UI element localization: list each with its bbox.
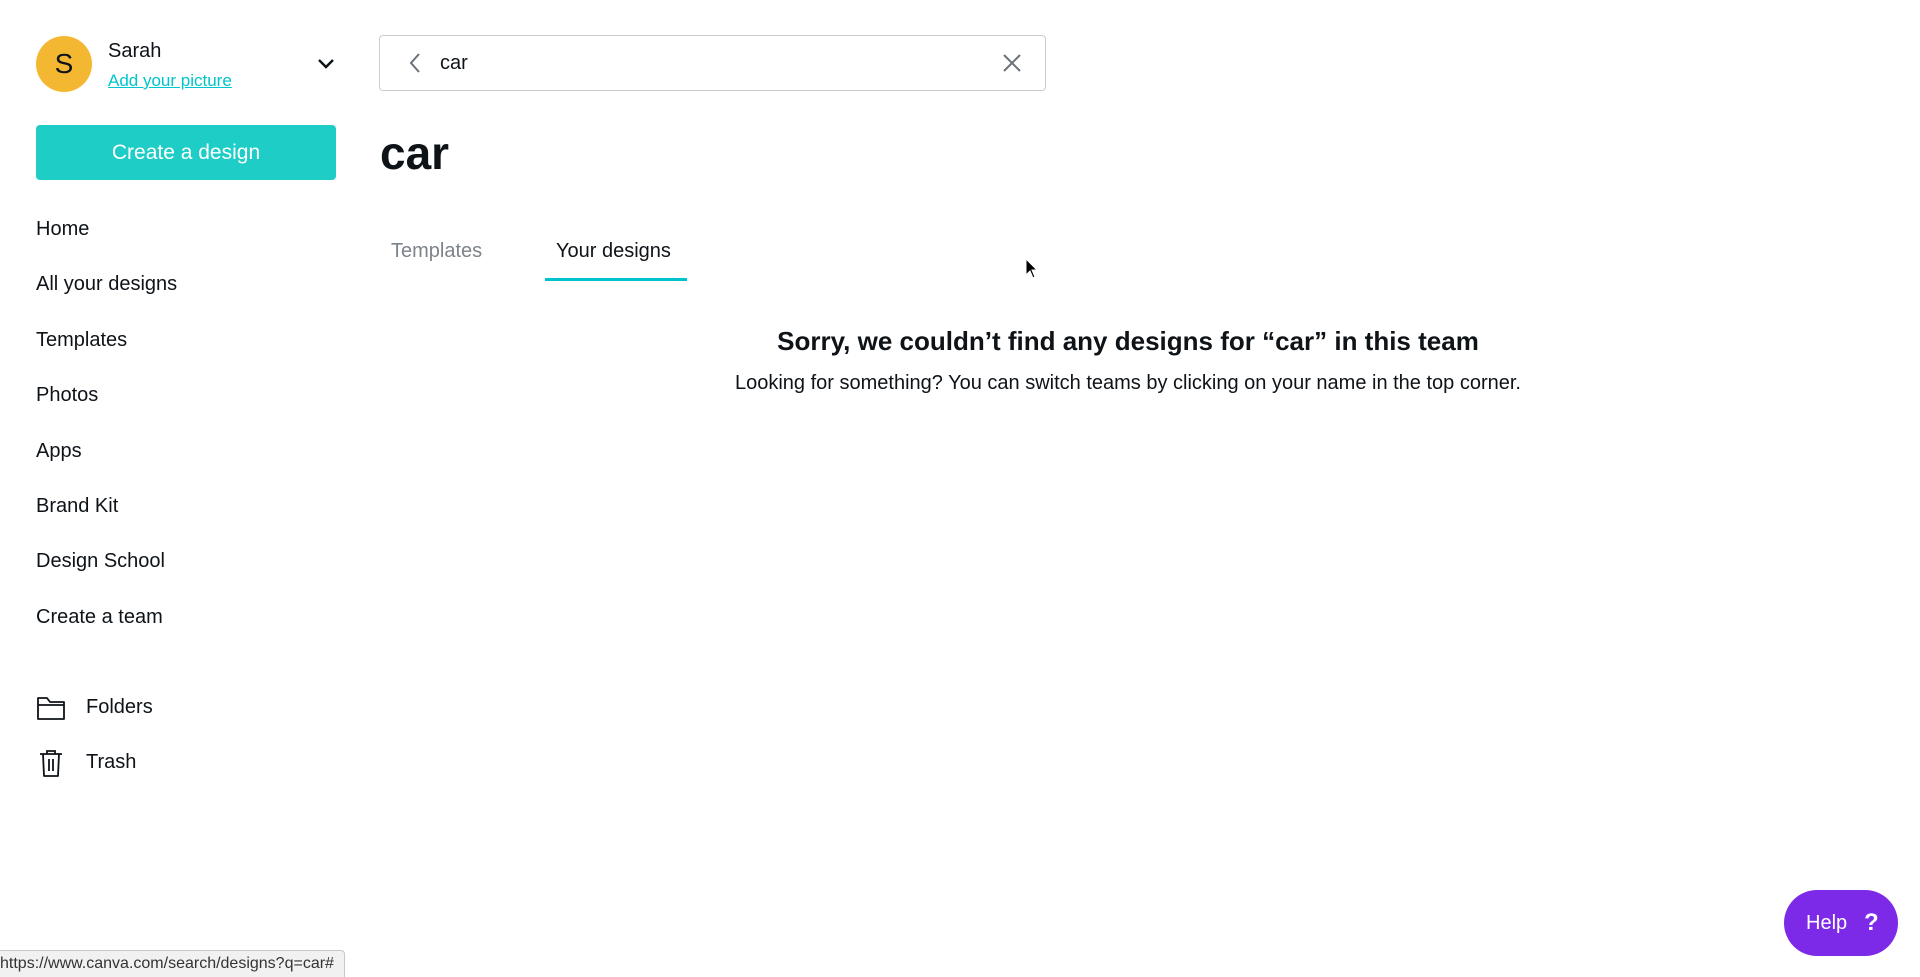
- sidebar: S Sarah Add your picture Create a design…: [0, 0, 360, 976]
- folder-icon: [37, 697, 65, 720]
- sidebar-item-apps[interactable]: Apps: [36, 440, 82, 463]
- status-bar-url: https://www.canva.com/search/designs?q=c…: [0, 950, 345, 977]
- account-switcher[interactable]: S Sarah Add your picture: [36, 36, 336, 92]
- empty-state-message: Looking for something? You can switch te…: [734, 372, 1521, 394]
- tab-your-designs[interactable]: Your designs: [556, 240, 671, 263]
- sidebar-item-all-your-designs[interactable]: All your designs: [36, 273, 177, 296]
- page-title: car: [380, 127, 450, 179]
- sidebar-item-brand-kit[interactable]: Brand Kit: [36, 495, 118, 518]
- account-name[interactable]: Sarah: [108, 40, 161, 63]
- mouse-cursor-icon: [1025, 258, 1039, 279]
- help-button[interactable]: Help ?: [1784, 890, 1898, 956]
- sidebar-item-create-team[interactable]: Create a team: [36, 606, 163, 629]
- avatar[interactable]: S: [36, 36, 92, 92]
- search-bar[interactable]: [379, 35, 1046, 91]
- active-tab-indicator: [545, 278, 687, 281]
- chevron-left-icon[interactable]: [408, 52, 422, 74]
- add-picture-link[interactable]: Add your picture: [108, 71, 232, 91]
- sidebar-item-home[interactable]: Home: [36, 218, 89, 241]
- question-mark-icon: ?: [1864, 909, 1879, 936]
- close-icon[interactable]: [1002, 53, 1022, 73]
- help-label: Help: [1806, 912, 1848, 934]
- sidebar-item-design-school[interactable]: Design School: [36, 550, 165, 573]
- create-design-button[interactable]: Create a design: [36, 125, 336, 180]
- tab-templates[interactable]: Templates: [391, 240, 482, 263]
- sidebar-item-label: Folders: [86, 696, 153, 718]
- sidebar-item-label: Trash: [86, 751, 137, 773]
- empty-state-title: Sorry, we couldn’t find any designs for …: [777, 326, 1479, 356]
- trash-icon: [40, 750, 62, 777]
- chevron-down-icon[interactable]: [316, 56, 336, 72]
- search-input[interactable]: [440, 46, 960, 80]
